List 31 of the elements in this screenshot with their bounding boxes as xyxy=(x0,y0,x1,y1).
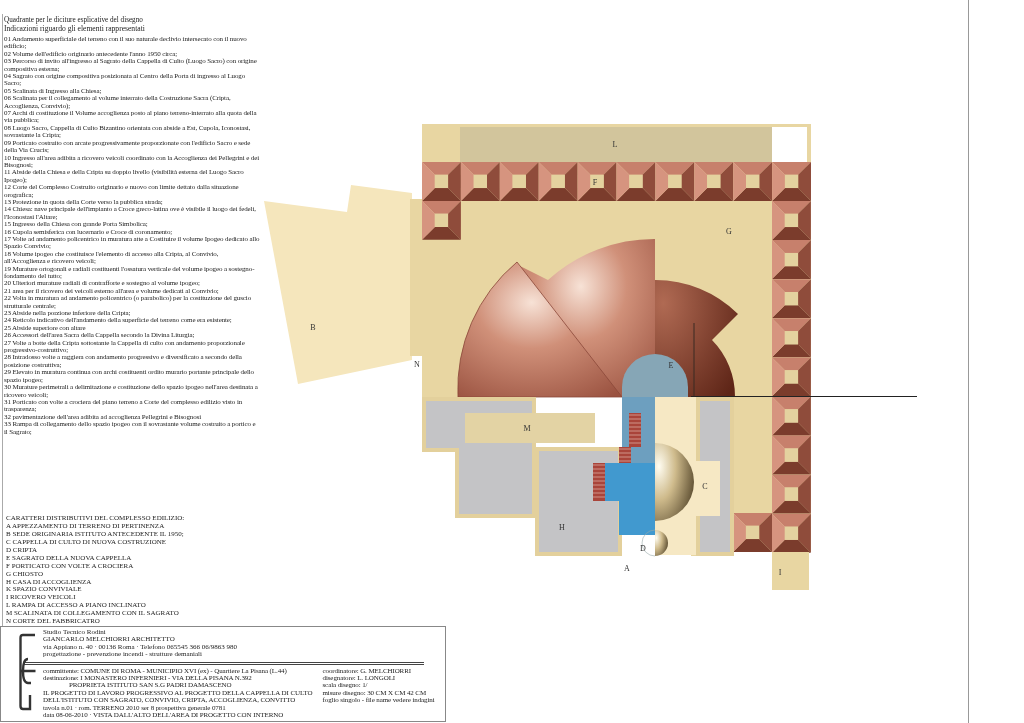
logo-icon xyxy=(19,633,37,711)
pyramid-roof-tile xyxy=(422,162,461,201)
plan-label: E xyxy=(668,360,674,370)
pyramid-roof-tile xyxy=(772,513,811,553)
plan-label: B xyxy=(310,322,316,332)
site-area xyxy=(772,552,809,590)
plan-label: F xyxy=(592,177,598,187)
pyramid-roof-tile xyxy=(733,162,773,201)
void-area xyxy=(772,127,807,162)
pyramid-roof-tile xyxy=(422,200,461,240)
plan-label: L xyxy=(612,139,618,149)
pyramid-roof-tile xyxy=(655,162,695,201)
plan-label: M xyxy=(523,423,531,433)
pyramid-roof-tile xyxy=(499,162,539,201)
pyramid-roof-tile xyxy=(460,162,500,201)
pyramid-roof-tile xyxy=(577,162,617,201)
plan-label: D xyxy=(640,543,646,553)
pyramid-roof-tile xyxy=(538,162,578,201)
plan-label: C xyxy=(702,481,708,491)
apse-area xyxy=(622,354,688,397)
pyramid-roof-tile xyxy=(616,162,656,201)
plan-label: A xyxy=(624,563,630,573)
staircase xyxy=(592,463,606,501)
plan-label: I xyxy=(778,567,782,577)
small-dome xyxy=(641,529,668,557)
pyramid-roof-tile xyxy=(694,162,734,201)
pyramid-roof-tile xyxy=(733,513,772,552)
plan-label: G xyxy=(726,226,732,236)
plan-label: H xyxy=(559,522,565,532)
plan-label: N xyxy=(414,359,420,369)
chapel-block xyxy=(693,461,720,516)
